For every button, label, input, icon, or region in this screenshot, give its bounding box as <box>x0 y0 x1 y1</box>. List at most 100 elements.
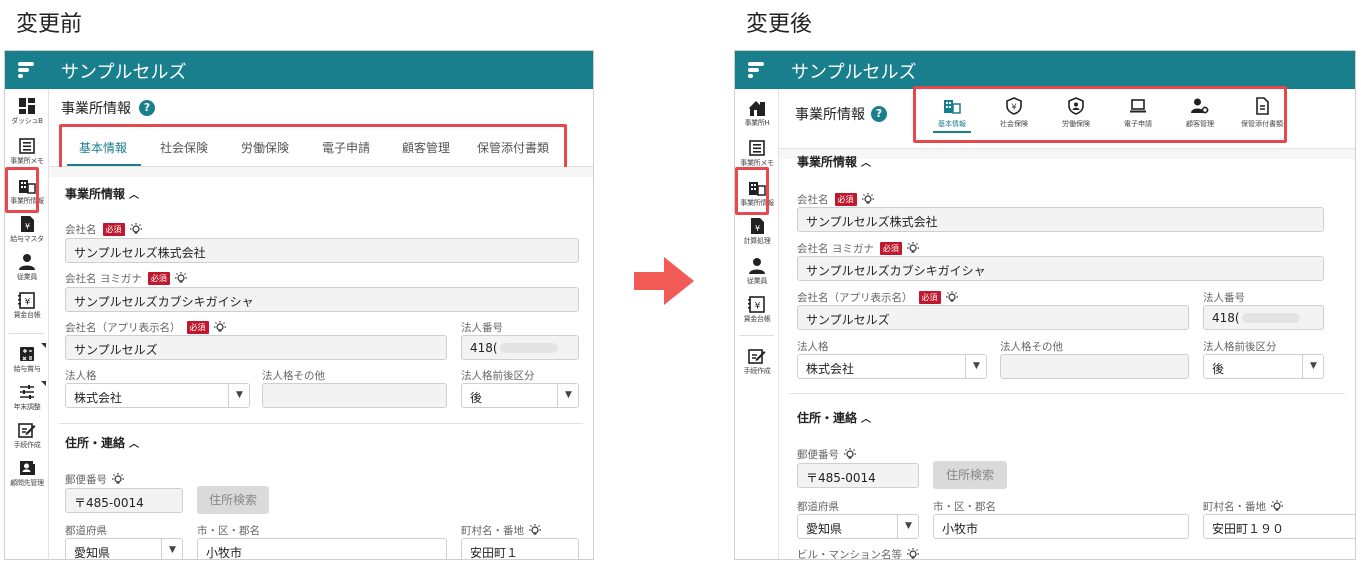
sidebar-item-office-home[interactable]: 事業所H <box>735 97 779 137</box>
group-title-text: 事業所情報 <box>65 187 126 201</box>
postal-field[interactable]: 〒485-0014 <box>65 488 183 513</box>
sidebar-item-employees[interactable]: 従業員 <box>5 251 49 291</box>
sidebar-item-label: 手続作成 <box>13 441 41 449</box>
sliders-icon <box>20 385 34 399</box>
label-text: 会社名 <box>65 224 97 236</box>
svg-text:¥: ¥ <box>25 298 31 308</box>
town-field[interactable]: 安田町１ <box>461 538 579 559</box>
legal-position-select[interactable]: 後 ▼ <box>461 383 579 408</box>
help-icon[interactable]: ? <box>139 100 155 116</box>
chevron-up-icon[interactable]: ︿ <box>861 410 871 425</box>
sidebar-item-year-end[interactable]: 年末調整 <box>5 381 49 421</box>
legal-form-label: 法人格 <box>65 370 97 382</box>
lightbulb-icon[interactable] <box>861 193 875 205</box>
corp-number-label: 法人番号 <box>1203 292 1245 304</box>
lightbulb-icon[interactable] <box>1270 500 1284 512</box>
address-search-button[interactable]: 住所検索 <box>933 461 1007 489</box>
person-icon <box>749 258 765 274</box>
kana-field[interactable]: サンプルセルズカブシキガイシャ <box>797 256 1324 281</box>
screen-before: サンプルセルズ ダッシュB 事業所メモ 事業所情報 ¥ 給与マスタ 従業員 ¥ … <box>4 50 594 560</box>
comparison-page: 変更前 変更後 サンプルセルズ ダッシュB 事業所メモ 事業所情報 ¥ 給与マス… <box>0 0 1361 565</box>
kana-field[interactable]: サンプルセルズカブシキガイシャ <box>65 287 579 312</box>
sidebar-item-wage-ledger[interactable]: ¥ 賃金台帳 <box>5 289 49 329</box>
group-title-office: 事業所情報 ︿ <box>797 153 871 170</box>
lightbulb-icon[interactable] <box>213 321 227 333</box>
sidebar-item-label: 手続作成 <box>743 367 771 375</box>
lightbulb-icon[interactable] <box>906 242 920 254</box>
company-name-field[interactable]: サンプルセルズ株式会社 <box>65 238 579 263</box>
page-title: 事業所情報 <box>61 101 131 117</box>
list-icon <box>749 140 765 156</box>
label-text: 郵便番号 <box>65 474 107 486</box>
lightbulb-icon[interactable] <box>906 548 920 560</box>
dropdown-arrow-icon[interactable]: ▼ <box>965 355 986 378</box>
chevron-up-icon[interactable]: ︿ <box>129 186 139 201</box>
legal-form-select[interactable]: 株式会社 ▼ <box>797 354 987 379</box>
client-icon <box>20 461 35 475</box>
app-name-field[interactable]: サンプルセルズ <box>65 335 447 360</box>
app-title: サンプルセルズ <box>791 62 917 83</box>
group-title-address: 住所・連絡 ︿ <box>797 409 871 426</box>
sidebar-item-client-management[interactable]: 顧問先管理 <box>5 457 49 497</box>
required-badge: 必須 <box>879 242 902 255</box>
city-field[interactable]: 小牧市 <box>933 514 1189 539</box>
lightbulb-icon[interactable] <box>129 223 143 235</box>
app-logo-icon[interactable] <box>745 60 767 80</box>
app-title: サンプルセルズ <box>61 62 187 83</box>
lightbulb-icon[interactable] <box>945 291 959 303</box>
sidebar-item-procedures[interactable]: 手続作成 <box>735 345 779 385</box>
sidebar-item-employees[interactable]: 従業員 <box>735 255 779 295</box>
label-text: 会社名（アプリ表示名） <box>797 292 913 304</box>
app-name-field[interactable]: サンプルセルズ <box>797 305 1189 330</box>
corp-number-field[interactable]: 418( <box>461 335 579 360</box>
svg-text:¥: ¥ <box>755 224 760 233</box>
sidebar-item-dashboard[interactable]: ダッシュB <box>5 95 49 135</box>
sidebar-item-calculation[interactable]: ¥ 計算処理 <box>735 215 779 255</box>
sidebar-item-payroll-master[interactable]: ¥ 給与マスタ <box>5 213 49 253</box>
city-field[interactable]: 小牧市 <box>197 538 447 559</box>
expand-corner-icon <box>41 343 46 348</box>
kana-label: 会社名 ヨミガナ 必須 <box>65 271 188 286</box>
lightbulb-icon[interactable] <box>528 524 542 536</box>
lightbulb-icon[interactable] <box>843 448 857 460</box>
chevron-up-icon[interactable]: ︿ <box>861 154 871 169</box>
corp-number-value: 418( <box>470 341 498 355</box>
help-icon[interactable]: ? <box>871 106 887 122</box>
sidebar-item-wage-ledger[interactable]: ¥ 賃金台帳 <box>735 293 779 333</box>
dropdown-arrow-icon[interactable]: ▼ <box>161 539 182 559</box>
section-divider <box>59 423 583 424</box>
dropdown-arrow-icon[interactable]: ▼ <box>1302 355 1323 378</box>
sidebar-item-payroll-bonus[interactable]: 給与賞与 <box>5 343 49 383</box>
prefecture-select[interactable]: 愛知県 ▼ <box>65 538 183 559</box>
app-header: サンプルセルズ <box>735 51 1355 89</box>
app-logo-icon[interactable] <box>15 60 37 80</box>
caption-after: 変更後 <box>746 12 813 37</box>
town-label: 町村名・番地 <box>1203 499 1284 514</box>
town-field[interactable]: 安田町１９０ <box>1203 514 1355 539</box>
chevron-up-icon[interactable]: ︿ <box>129 435 139 450</box>
dropdown-arrow-icon[interactable]: ▼ <box>228 384 249 407</box>
company-name-field[interactable]: サンプルセルズ株式会社 <box>797 207 1324 232</box>
legal-form-label: 法人格 <box>797 341 829 353</box>
legal-form-select[interactable]: 株式会社 ▼ <box>65 383 250 408</box>
redacted-mask <box>1241 313 1300 323</box>
legal-other-field[interactable] <box>1000 354 1189 379</box>
legal-position-select[interactable]: 後 ▼ <box>1203 354 1324 379</box>
redacted-mask <box>499 343 558 353</box>
dropdown-arrow-icon[interactable]: ▼ <box>557 384 578 407</box>
lightbulb-icon[interactable] <box>111 473 125 485</box>
sidebar-item-procedures[interactable]: 手続作成 <box>5 419 49 459</box>
postal-field[interactable]: 〒485-0014 <box>797 463 919 488</box>
section-divider <box>789 393 1345 394</box>
prefecture-select[interactable]: 愛知県 ▼ <box>797 514 919 539</box>
app-name-label: 会社名（アプリ表示名） 必須 <box>65 320 227 335</box>
lightbulb-icon[interactable] <box>174 272 188 284</box>
app-name-label: 会社名（アプリ表示名） 必須 <box>797 290 959 305</box>
city-label: 市・区・郡名 <box>933 501 996 513</box>
city-label: 市・区・郡名 <box>197 525 260 537</box>
dropdown-arrow-icon[interactable]: ▼ <box>897 515 918 538</box>
corp-number-field[interactable]: 418( <box>1203 305 1324 330</box>
address-search-button[interactable]: 住所検索 <box>197 486 269 514</box>
building-label: ビル・マンション名等 <box>797 547 920 560</box>
legal-other-field[interactable] <box>262 383 447 408</box>
